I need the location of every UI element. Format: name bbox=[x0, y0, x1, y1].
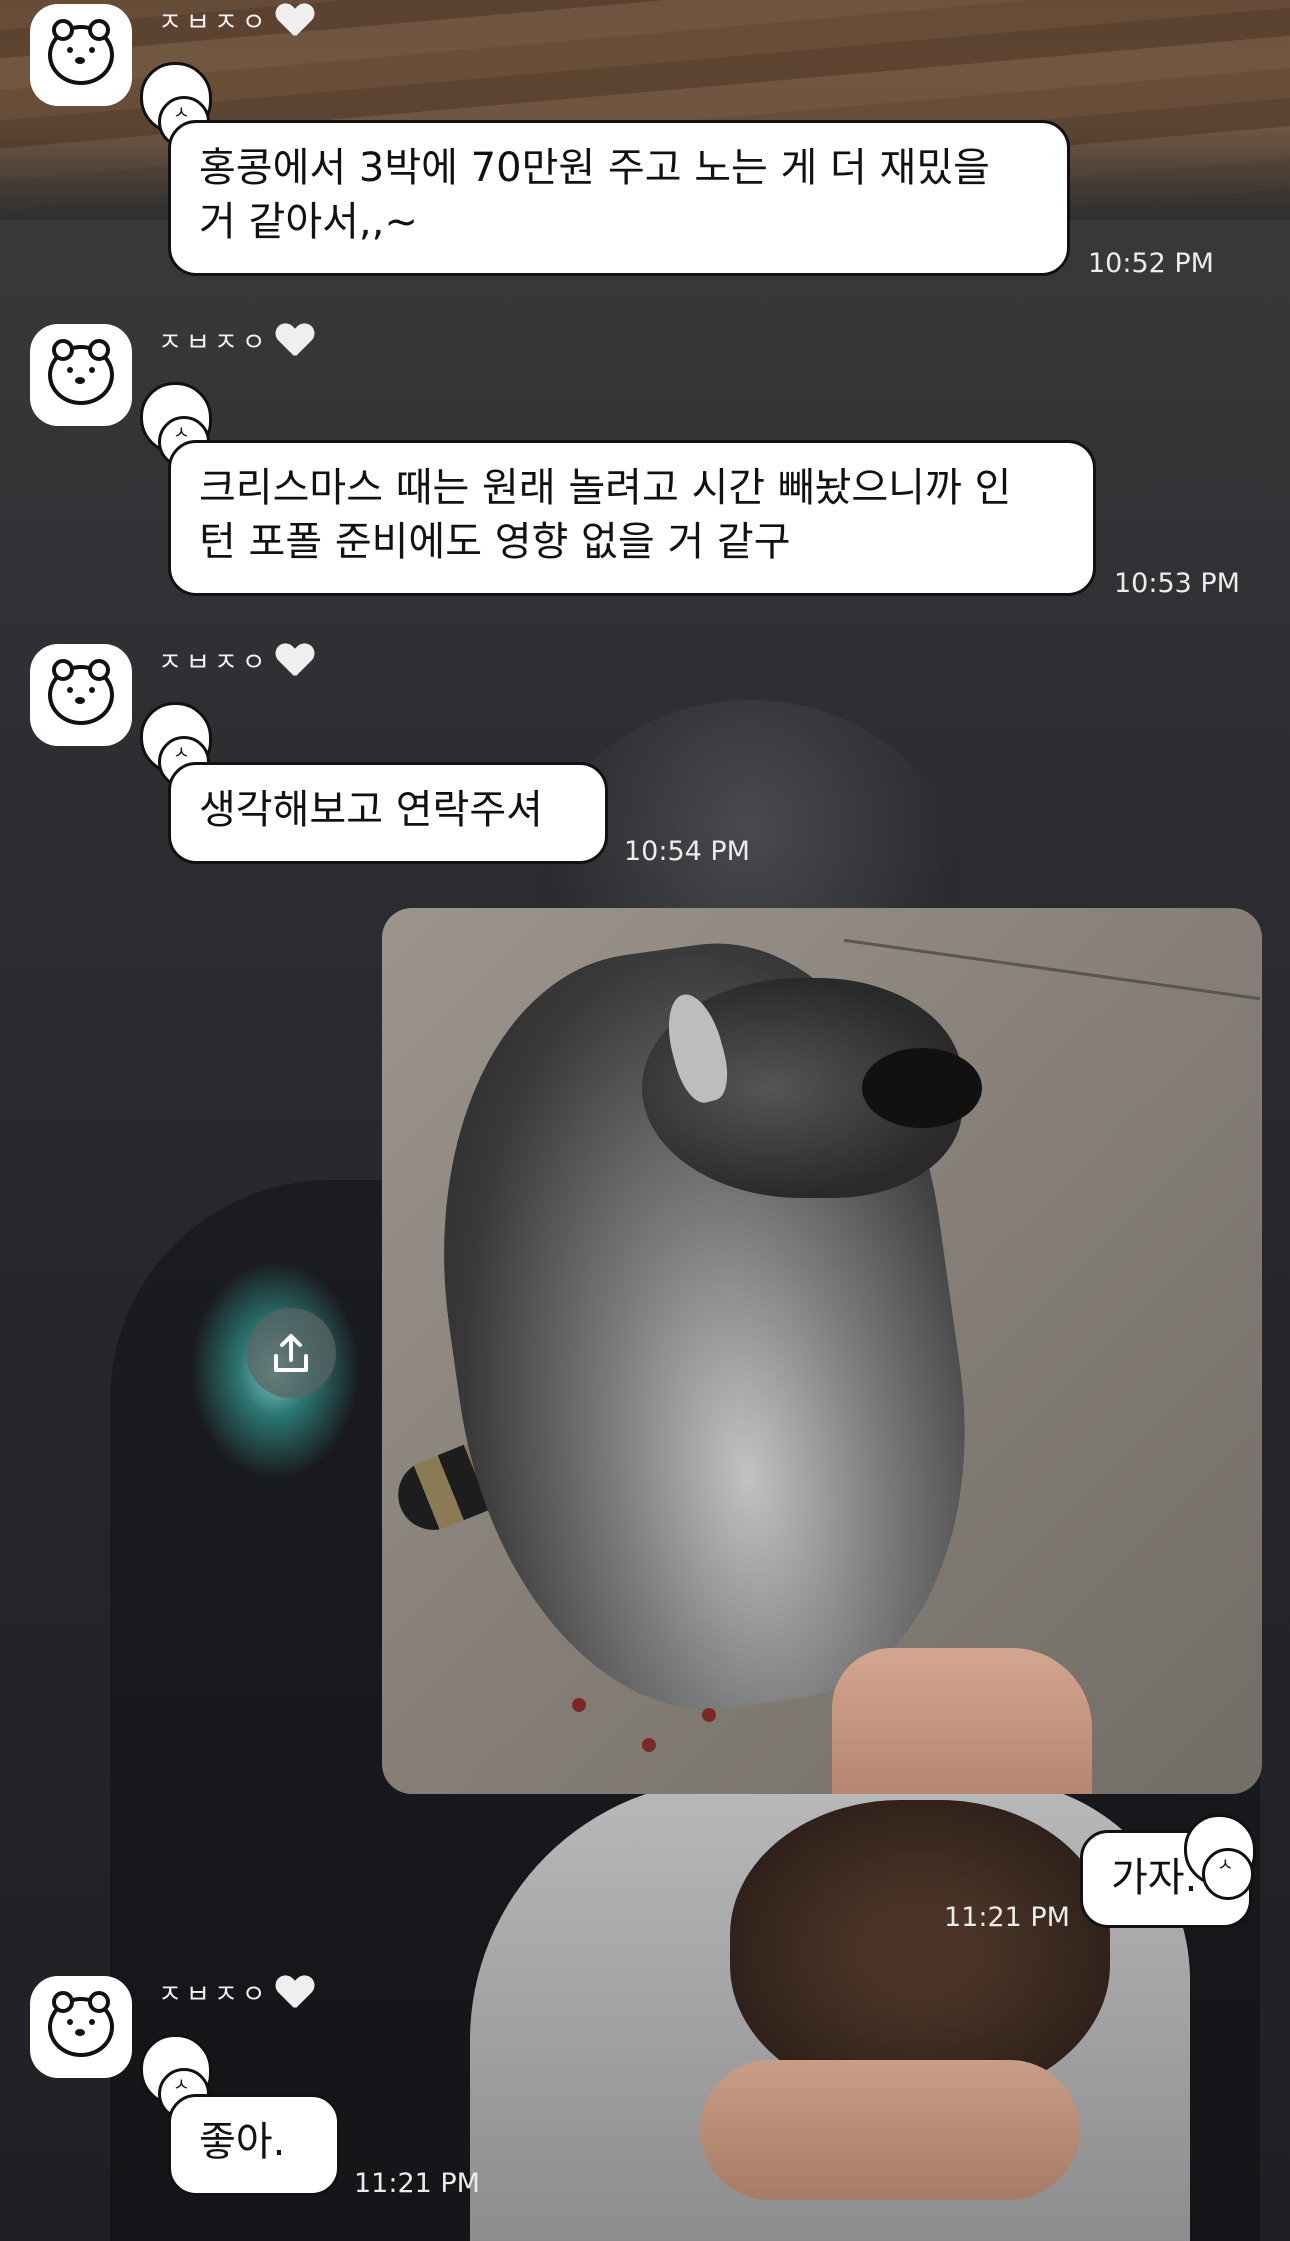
heart-icon bbox=[276, 1976, 314, 2010]
heart-icon bbox=[276, 4, 314, 38]
heart-icon bbox=[276, 644, 314, 678]
sender-name: ㅈㅂㅈㅇ bbox=[158, 2, 314, 39]
stain bbox=[642, 1738, 656, 1752]
background-hand bbox=[700, 2060, 1080, 2200]
sender-name: ㅈㅂㅈㅇ bbox=[158, 322, 314, 359]
sender-label: ㅈㅂㅈㅇ bbox=[158, 328, 270, 358]
share-icon bbox=[274, 1334, 308, 1372]
message-time: 11:21 PM bbox=[354, 2168, 480, 2199]
hand-in-photo bbox=[832, 1648, 1092, 1794]
stain bbox=[572, 1698, 586, 1712]
message-time: 10:52 PM bbox=[1088, 248, 1214, 279]
message-bubble[interactable]: 생각해보고 연락주셔 bbox=[168, 762, 608, 864]
message-time: 11:21 PM bbox=[944, 1902, 1070, 1933]
message-bubble[interactable]: 홍콩에서 3박에 70만원 주고 노는 게 더 재밌을 거 같아서,,~ bbox=[168, 120, 1070, 276]
bear-avatar-icon[interactable] bbox=[30, 644, 132, 746]
background-hair bbox=[730, 1800, 1110, 2100]
sender-label: ㅈㅂㅈㅇ bbox=[158, 1980, 270, 2010]
shared-photo[interactable] bbox=[382, 908, 1262, 1794]
message-bubble[interactable]: 좋아. bbox=[168, 2094, 340, 2196]
sender-label: ㅈㅂㅈㅇ bbox=[158, 648, 270, 678]
bear-sticker-icon bbox=[1184, 1814, 1258, 1900]
stain bbox=[702, 1708, 716, 1722]
heart-icon bbox=[276, 324, 314, 358]
message-bubble[interactable]: 크리스마스 때는 원래 놀려고 시간 빼놨으니까 인 턴 포폴 준비에도 영향 … bbox=[168, 440, 1096, 596]
message-time: 10:54 PM bbox=[624, 836, 750, 867]
message-time: 10:53 PM bbox=[1114, 568, 1240, 599]
share-button[interactable] bbox=[246, 1308, 336, 1398]
sender-name: ㅈㅂㅈㅇ bbox=[158, 1974, 314, 2011]
bear-avatar-icon[interactable] bbox=[30, 4, 132, 106]
sender-name: ㅈㅂㅈㅇ bbox=[158, 642, 314, 679]
sender-label: ㅈㅂㅈㅇ bbox=[158, 8, 270, 38]
bear-avatar-icon[interactable] bbox=[30, 324, 132, 426]
raccoon-snout bbox=[862, 1048, 982, 1128]
photo-crack bbox=[843, 938, 1261, 1001]
bear-avatar-icon[interactable] bbox=[30, 1976, 132, 2078]
